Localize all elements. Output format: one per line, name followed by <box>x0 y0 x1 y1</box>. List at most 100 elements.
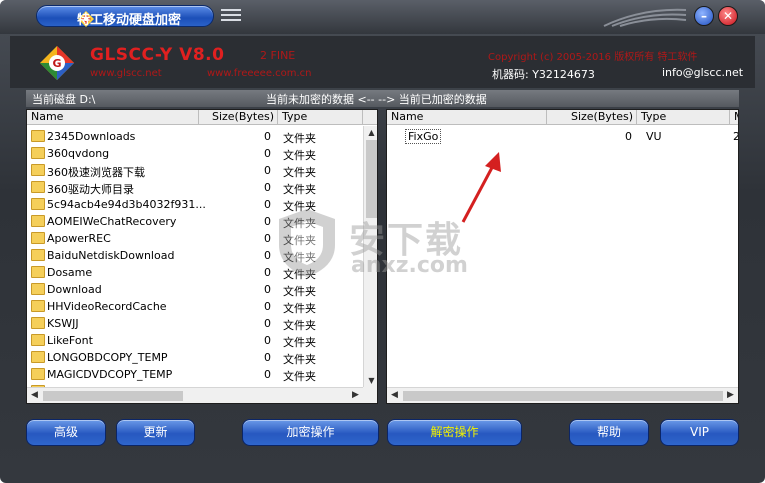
row-name: HHVideoRecordCache <box>47 300 167 313</box>
row-name: MAGICDVDCOPY_TEMP <box>47 368 173 381</box>
minimize-button[interactable]: – <box>694 6 714 26</box>
watermark: 安下载 anxz.com <box>275 205 495 285</box>
decrypt-button[interactable]: 解密操作 <box>387 419 522 446</box>
close-button[interactable]: ✕ <box>718 6 738 26</box>
row-name: 2345Downloads <box>47 130 136 143</box>
row-type: 文件夹 <box>283 166 316 179</box>
row-size: 0 <box>264 317 271 330</box>
row-size: 0 <box>264 164 271 177</box>
title-pill: 特工移动硬盘加密 <box>36 5 214 28</box>
row-type: 文件夹 <box>283 353 316 366</box>
row-name: LikeFont <box>47 334 93 347</box>
row-name: 360qvdong <box>47 147 110 160</box>
table-row[interactable]: 360驱动大师目录 0 文件夹 <box>27 179 363 196</box>
row-size: 0 <box>264 181 271 194</box>
table-row[interactable]: 2345Downloads 0 文件夹 <box>27 128 363 145</box>
row-size: 0 <box>264 198 271 211</box>
row-name: FixGo <box>405 129 442 144</box>
folder-icon <box>31 266 45 278</box>
contact-email[interactable]: info@glscc.net <box>662 66 743 79</box>
scroll-corner <box>363 387 377 403</box>
website-link[interactable]: www.glscc.net <box>90 68 162 79</box>
folder-icon <box>31 300 45 312</box>
column-type-right[interactable]: Type <box>637 110 730 125</box>
scroll-right-icon[interactable]: ▶ <box>348 388 363 403</box>
title-bar[interactable]: 特工移动硬盘加密 – ✕ <box>0 0 765 34</box>
brand-name: GLSCC-Y V8.0 <box>90 45 225 65</box>
hscroll-thumb[interactable] <box>43 391 183 401</box>
folder-icon <box>31 351 45 363</box>
machine-code: 机器码: Y32124673 <box>492 68 595 81</box>
folder-icon <box>31 317 45 329</box>
column-size-right[interactable]: Size(Bytes) <box>547 110 637 125</box>
table-row[interactable]: LONGOBDCOPY_TEMP 0 文件夹 <box>27 349 363 366</box>
folder-icon <box>31 130 45 142</box>
table-row[interactable]: HHVideoRecordCache 0 文件夹 <box>27 298 363 315</box>
folder-icon <box>31 249 45 261</box>
row-name: LONGOBDCOPY_TEMP <box>47 351 168 364</box>
row-name: KSWJJ <box>47 317 79 330</box>
vip-button[interactable]: VIP <box>660 419 739 446</box>
column-name[interactable]: Name <box>27 110 199 125</box>
folder-icon <box>31 283 45 295</box>
horizontal-scrollbar-right[interactable]: ◀ ▶ <box>387 387 738 403</box>
row-name: 360驱动大师目录 <box>47 183 134 196</box>
table-row[interactable]: 360qvdong 0 文件夹 <box>27 145 363 162</box>
row-size: 0 <box>264 266 271 279</box>
column-type[interactable]: Type <box>278 110 363 125</box>
row-name: 360极速浏览器下载 <box>47 166 145 179</box>
table-row[interactable]: KSWJJ 0 文件夹 <box>27 315 363 332</box>
row-name: Dosame <box>47 266 93 279</box>
column-name-right[interactable]: Name <box>387 110 547 125</box>
column-header: Name Size(Bytes) Type <box>27 110 377 125</box>
window-title: 特工移动硬盘加密 <box>77 13 182 28</box>
scroll-right-icon-right[interactable]: ▶ <box>723 388 738 403</box>
row-size: 0 <box>264 300 271 313</box>
watermark-text-en: anxz.com <box>351 253 468 278</box>
row-size: 0 <box>264 368 271 381</box>
row-size: 0 <box>625 130 632 143</box>
website-link-2[interactable]: www.freeeee.com.cn <box>207 68 312 79</box>
encrypt-button[interactable]: 加密操作 <box>242 419 379 446</box>
folder-icon <box>31 215 45 227</box>
folder-icon <box>31 334 45 346</box>
hscroll-thumb-right[interactable] <box>403 391 723 401</box>
scroll-left-icon-right[interactable]: ◀ <box>387 388 402 403</box>
version-tag: 2 FINE <box>260 49 296 62</box>
folder-icon <box>31 181 45 193</box>
info-bar: 当前磁盘 D:\ 当前未加密的数据 <-- --> 当前已加密的数据 <box>26 90 739 107</box>
row-name: BaiduNetdiskDownload <box>47 249 175 262</box>
table-row[interactable]: FixGo 0 VU 2 <box>387 128 738 145</box>
advanced-button[interactable]: 高级 <box>26 419 106 446</box>
folder-icon <box>31 198 45 210</box>
update-button[interactable]: 更新 <box>116 419 195 446</box>
row-name: 5c94acb4e94d3b4032f931... <box>47 198 206 211</box>
decorative-swoosh <box>603 8 687 27</box>
row-name: Download <box>47 283 102 296</box>
column-header-right: Name Size(Bytes) Type M <box>387 110 738 125</box>
row-extra: 2 <box>733 130 738 143</box>
scroll-down-icon[interactable]: ▼ <box>364 374 377 387</box>
scroll-up-icon[interactable]: ▲ <box>364 126 377 139</box>
table-row[interactable]: 360极速浏览器下载 0 文件夹 <box>27 162 363 179</box>
column-size[interactable]: Size(Bytes) <box>199 110 278 125</box>
current-disk-label: 当前磁盘 D:\ <box>32 93 96 106</box>
table-row[interactable]: LikeFont 0 文件夹 <box>27 332 363 349</box>
folder-icon <box>31 164 45 176</box>
row-name: AOMEIWeChatRecovery <box>47 215 177 228</box>
horizontal-scrollbar[interactable]: ◀ ▶ <box>27 387 363 403</box>
table-row[interactable]: MAGICDVDCOPY_TEMP 0 文件夹 <box>27 366 363 383</box>
svg-text:G: G <box>52 57 61 70</box>
close-icon: ✕ <box>722 9 734 23</box>
scroll-left-icon[interactable]: ◀ <box>27 388 42 403</box>
folder-icon <box>31 368 45 380</box>
row-size: 0 <box>264 147 271 160</box>
row-type: VU <box>646 130 662 143</box>
menu-icon[interactable] <box>221 9 241 23</box>
header-banner: G GLSCC-Y V8.0 2 FINE www.glscc.net www.… <box>10 36 755 88</box>
column-extra-right[interactable]: M <box>730 110 738 125</box>
copyright-text: Copyright (c) 2005-2016 版权所有 特工软件 <box>488 52 698 63</box>
row-type: 文件夹 <box>283 336 316 349</box>
row-type: 文件夹 <box>283 319 316 332</box>
help-button[interactable]: 帮助 <box>569 419 649 446</box>
